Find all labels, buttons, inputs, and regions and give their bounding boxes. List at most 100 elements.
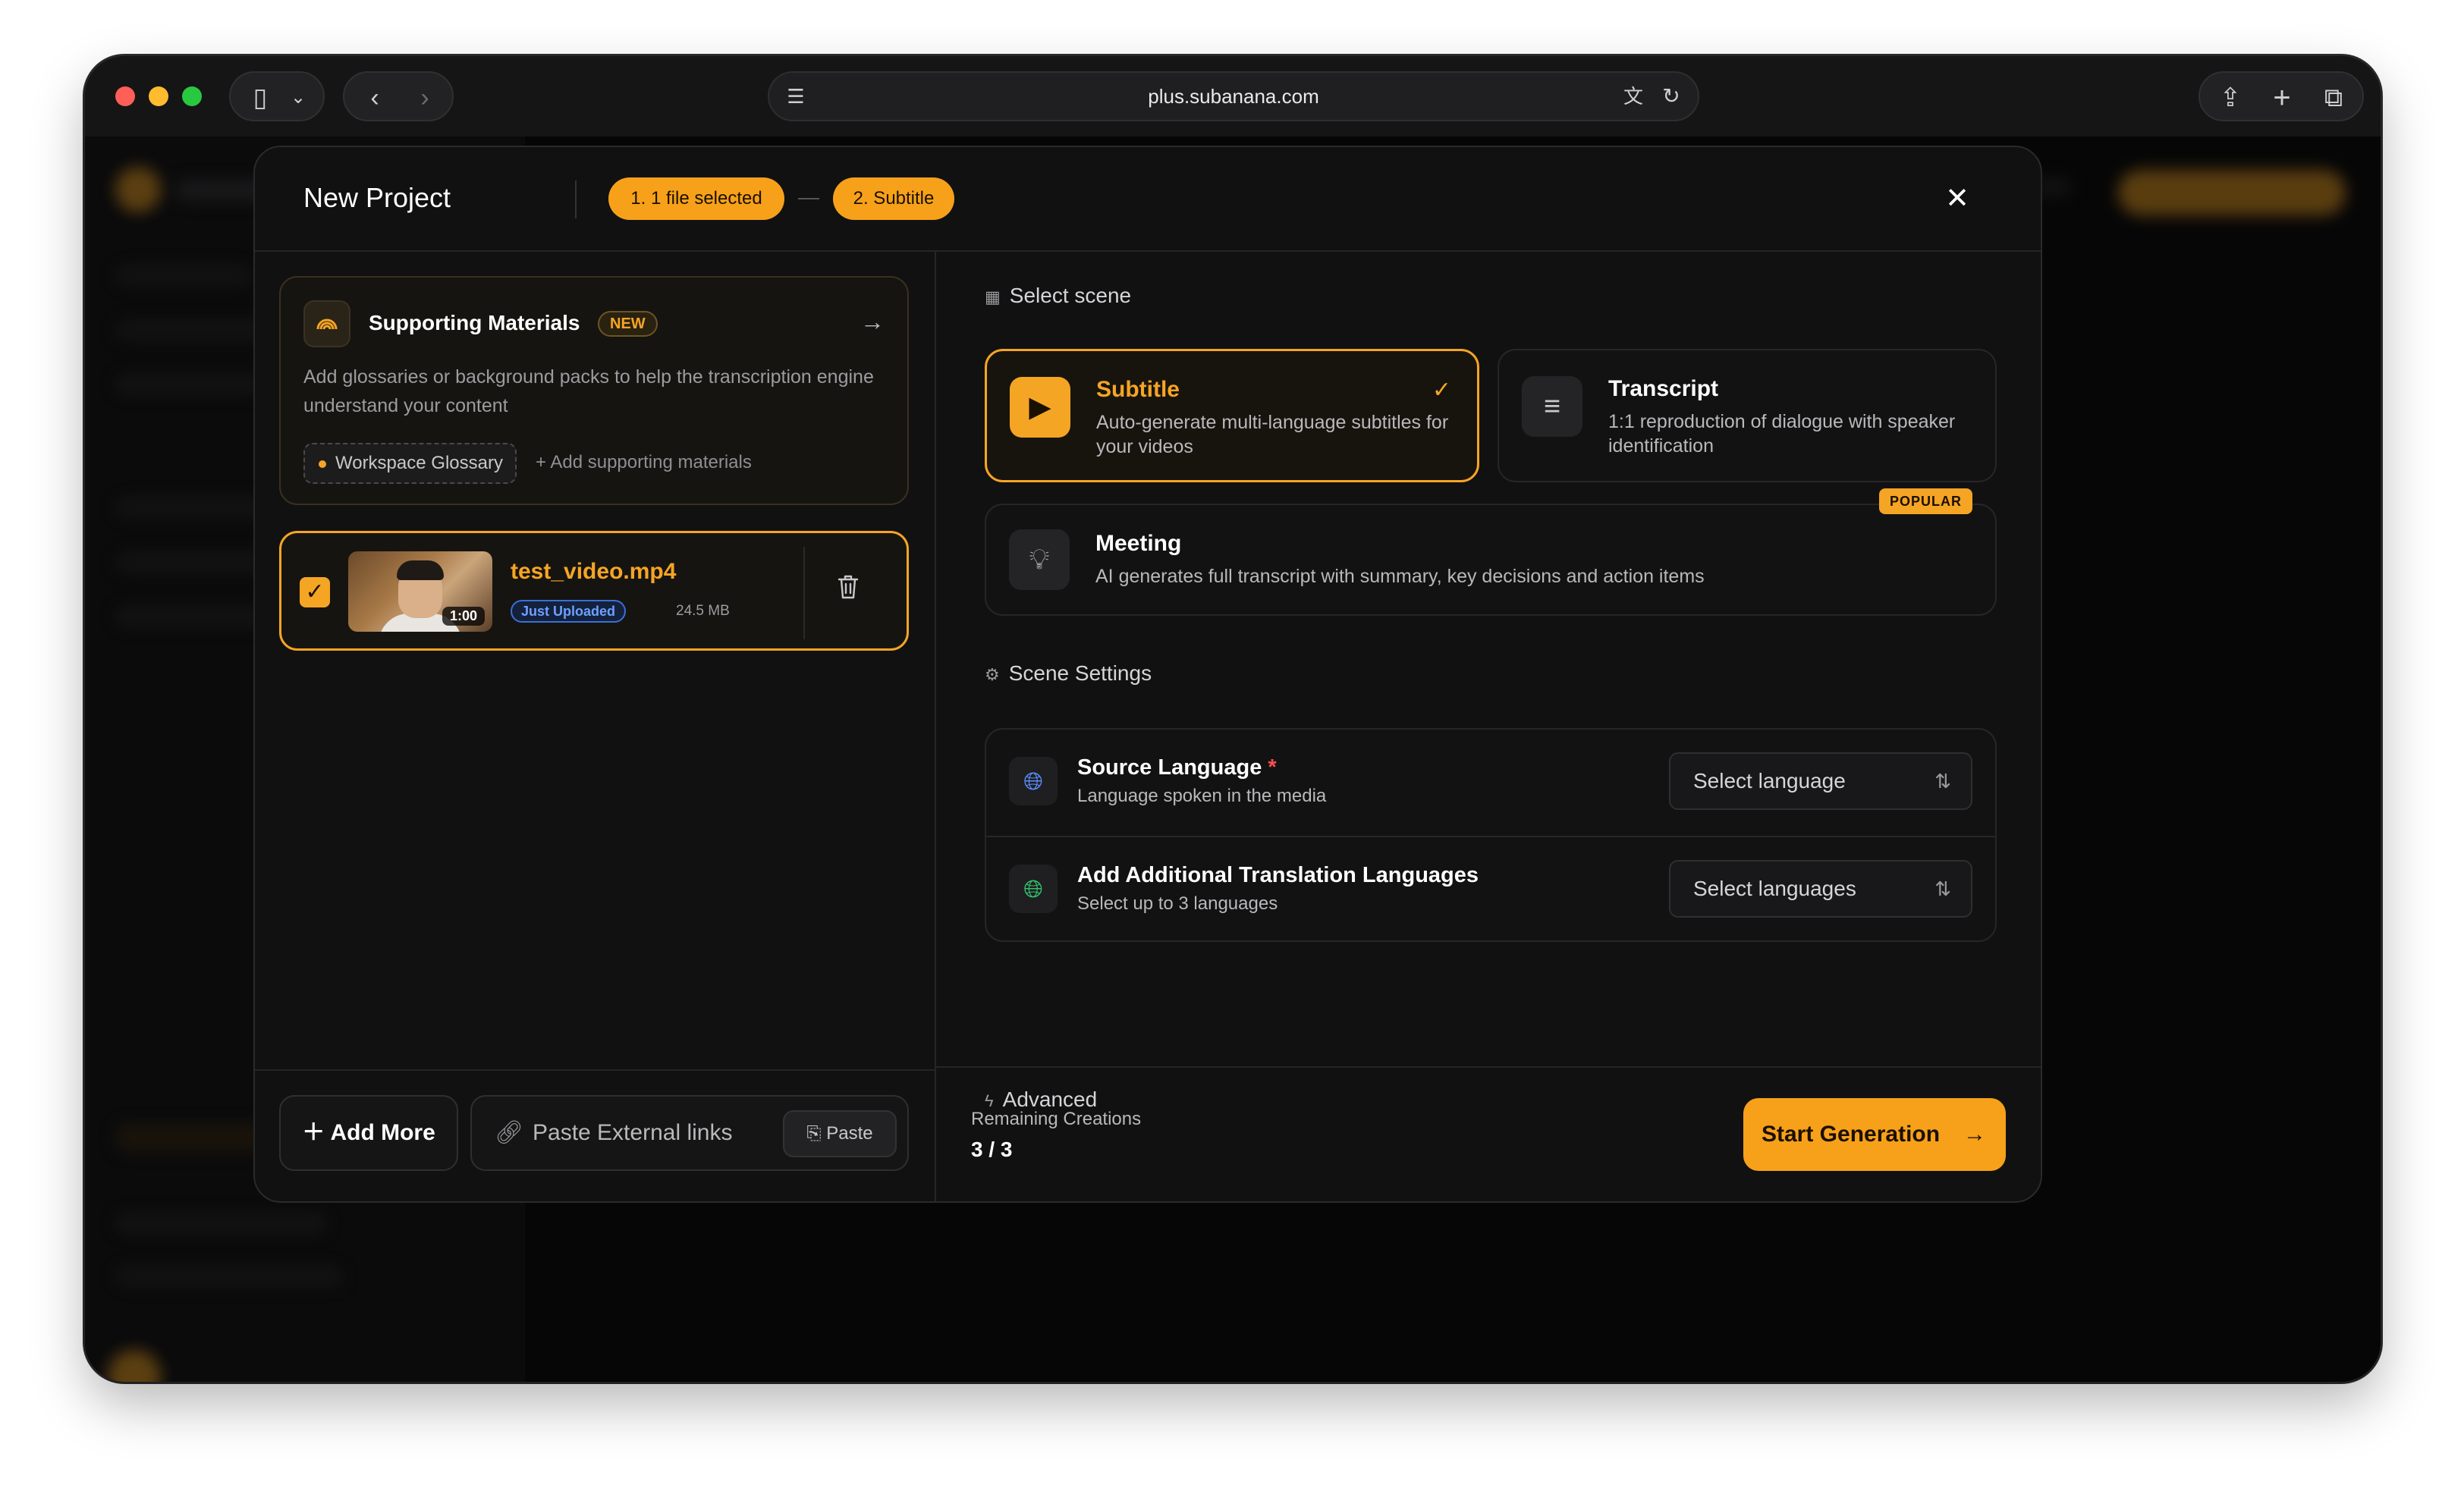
subtitle-file-icon: ▶ [1010, 377, 1070, 438]
chevron-down-icon: ⌄ [290, 87, 306, 108]
right-footer: Remaining Creations 3 / 3 Start Generati… [936, 1066, 2041, 1201]
plus-icon: ＋ [302, 1120, 331, 1145]
supporting-materials-card[interactable]: Supporting Materials NEW → Add glossarie… [279, 276, 909, 505]
glossary-label: Workspace Glossary [335, 453, 503, 473]
globe-icon: 🌐︎ [1009, 757, 1058, 805]
add-supporting-label: Add supporting materials [550, 452, 752, 472]
file-name: test_video.mp4 [511, 559, 677, 584]
scene-desc-subtitle: Auto-generate multi-language subtitles f… [1096, 412, 1449, 457]
step-1-pill[interactable]: 1. 1 file selected [608, 177, 784, 220]
step-2-pill[interactable]: 2. Subtitle [833, 177, 954, 220]
glossary-dot-icon [319, 460, 326, 468]
remaining-creations-label: Remaining Creations [971, 1109, 1142, 1129]
translate-icon[interactable]: 文 [1614, 73, 1652, 120]
sidebar-toggle-button[interactable]: ▯ ⌄ [229, 71, 325, 121]
external-links-placeholder: Paste External links [533, 1120, 733, 1145]
upload-status-badge: Just Uploaded [511, 600, 627, 623]
source-language-label: Source Language [1077, 755, 1262, 780]
arrow-right-icon[interactable]: → [860, 308, 885, 336]
translation-languages-row: 🌐︎ Add Additional Translation Languages … [986, 836, 1995, 942]
grid-icon: ▦ [985, 287, 1001, 306]
new-project-modal: New Project 1. 1 file selected 2. Subtit… [253, 146, 2042, 1203]
source-language-select[interactable]: Select language ⇅ [1669, 752, 1972, 810]
zoom-window-button[interactable] [182, 86, 202, 106]
select-scene-text: Select scene [1009, 284, 1132, 307]
reload-icon[interactable]: ↻ [1652, 73, 1690, 120]
plus-icon: + [536, 452, 551, 472]
source-language-row: 🌐︎ Source Language * Language spoken in … [986, 730, 1995, 836]
scene-desc-transcript: 1:1 reproduction of dialogue with speake… [1608, 411, 1956, 457]
paste-label: Paste [826, 1123, 873, 1144]
address-bar[interactable]: ☰ plus.subanana.com 文 ↻ [768, 71, 1699, 121]
start-generation-button[interactable]: Start Generation → [1743, 1098, 2006, 1171]
file-item[interactable]: ✓ 1:00 test_video.mp4 Just Uploaded 24.5… [279, 531, 909, 651]
workspace-glossary-chip[interactable]: Workspace Glossary [303, 443, 517, 484]
start-generation-label: Start Generation [1762, 1122, 1941, 1147]
modal-title: New Project [303, 182, 451, 213]
scene-settings-text: Scene Settings [1008, 661, 1152, 685]
globe-icon: 🌐︎ [1009, 865, 1058, 913]
scene-settings-box: 🌐︎ Source Language * Language spoken in … [985, 728, 1997, 942]
link-icon: 🔗︎ [495, 1120, 524, 1145]
scene-option-meeting[interactable]: 💡︎ Meeting AI generates full transcript … [985, 488, 1997, 616]
source-language-subtitle: Language spoken in the media [1077, 786, 1327, 806]
scene-title-subtitle: Subtitle [1096, 377, 1180, 402]
back-button[interactable]: ‹ [352, 73, 398, 123]
scene-option-subtitle[interactable]: ▶ Subtitle Auto-generate multi-language … [985, 349, 1479, 482]
trash-icon[interactable] [837, 574, 860, 607]
tab-overview-icon[interactable]: ⧉ [2309, 73, 2358, 123]
arrow-right-icon: → [1963, 1122, 1986, 1147]
share-icon[interactable]: ⇪ [2206, 73, 2255, 123]
scene-option-transcript[interactable]: ≡ Transcript 1:1 reproduction of dialogu… [1498, 349, 1997, 482]
new-tab-icon[interactable]: + [2258, 73, 2306, 123]
sidebar-icon: ▯ [253, 83, 268, 112]
scene-title-meeting: Meeting [1095, 531, 1182, 556]
history-nav: ‹ › [343, 71, 454, 121]
add-more-label: Add More [330, 1120, 435, 1145]
left-footer: ＋ Add More 🔗︎ Paste External links ⎘ Pas… [255, 1069, 936, 1201]
checkmark-icon: ✓ [1432, 378, 1451, 403]
close-icon[interactable]: ✕ [1941, 182, 1974, 215]
translation-languages-subtitle: Select up to 3 languages [1077, 893, 1278, 914]
scene-desc-meeting: AI generates full transcript with summar… [1095, 566, 1705, 587]
add-supporting-materials-button[interactable]: + Add supporting materials [536, 452, 752, 473]
lightbulb-icon: 💡︎ [1009, 529, 1070, 590]
scene-title-transcript: Transcript [1608, 376, 1719, 401]
minimize-window-button[interactable] [149, 86, 168, 106]
modal-header: New Project 1. 1 file selected 2. Subtit… [255, 147, 2041, 252]
header-divider [575, 180, 577, 218]
scene-settings-label: ⚙ Scene Settings [985, 661, 1152, 686]
source-language-title: Source Language * [1077, 755, 1277, 780]
text-lines-icon: ≡ [1522, 376, 1582, 437]
close-window-button[interactable] [115, 86, 135, 106]
chevron-updown-icon: ⇅ [1934, 770, 1951, 793]
external-links-input[interactable]: 🔗︎ Paste External links ⎘ Paste [470, 1095, 909, 1171]
forward-button[interactable]: › [402, 73, 448, 123]
file-size: 24.5 MB [676, 603, 730, 619]
supporting-materials-title: Supporting Materials [369, 311, 580, 334]
supporting-materials-description: Add glossaries or background packs to he… [303, 366, 874, 416]
gear-icon: ⚙ [985, 665, 1000, 684]
clipboard-icon: ⎘ [806, 1123, 827, 1144]
popular-badge: POPULAR [1878, 488, 1972, 514]
browser-actions: ⇪ + ⧉ [2198, 71, 2364, 121]
add-more-button[interactable]: ＋ Add More [279, 1095, 458, 1171]
translation-languages-select[interactable]: Select languages ⇅ [1669, 860, 1972, 918]
file-checkbox[interactable]: ✓ [300, 577, 330, 607]
left-pane: Supporting Materials NEW → Add glossarie… [255, 252, 936, 1201]
translation-languages-title: Add Additional Translation Languages [1077, 863, 1479, 887]
step-connector [798, 198, 819, 199]
supporting-materials-icon [303, 300, 350, 347]
right-pane: ▦ Select scene ▶ Subtitle Auto-generate m… [936, 252, 2041, 1201]
required-asterisk: * [1268, 755, 1277, 780]
video-duration: 1:00 [442, 607, 485, 626]
file-divider [803, 547, 805, 639]
source-language-value: Select language [1693, 769, 1846, 793]
paste-button[interactable]: ⎘ Paste [783, 1110, 897, 1157]
translation-languages-value: Select languages [1693, 877, 1856, 900]
url-text: plus.subanana.com [1148, 85, 1319, 108]
browser-toolbar: ▯ ⌄ ‹ › ☰ plus.subanana.com 文 ↻ ⇪ + ⧉ [85, 56, 2381, 137]
video-thumbnail: 1:00 [348, 551, 492, 632]
remaining-creations-value: 3 / 3 [971, 1138, 1013, 1161]
select-scene-label: ▦ Select scene [985, 284, 1131, 308]
